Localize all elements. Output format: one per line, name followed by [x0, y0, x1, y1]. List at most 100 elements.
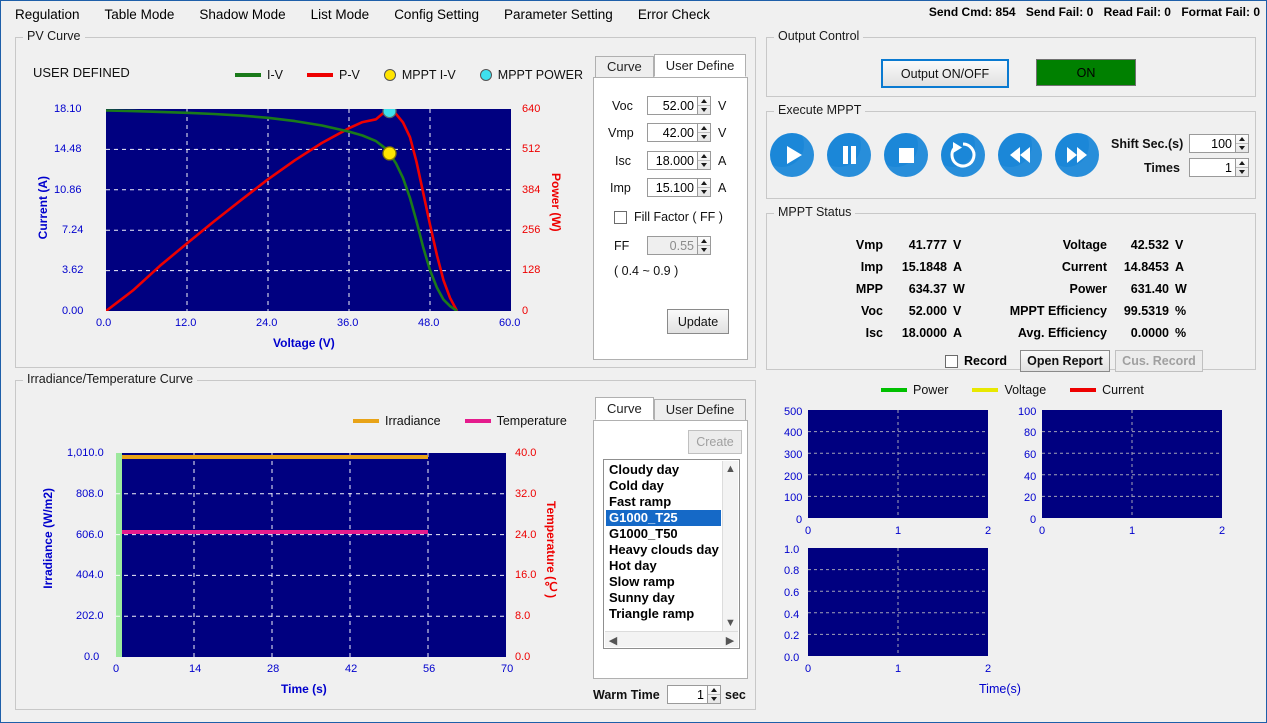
warm-time-input[interactable] — [667, 685, 707, 704]
shift-sec-stepper[interactable] — [1189, 134, 1249, 153]
menu-item-parameter-setting[interactable]: Parameter Setting — [493, 4, 624, 25]
imp-spin-down-icon[interactable] — [698, 188, 710, 196]
irradiance-temperature-svg — [116, 453, 506, 657]
record-checkbox[interactable] — [945, 355, 958, 368]
voc-spin-buttons[interactable] — [697, 96, 711, 115]
vmp-spin-buttons[interactable] — [697, 123, 711, 142]
cus-record-button[interactable]: Cus. Record — [1115, 350, 1203, 372]
imp-spin-up-icon[interactable] — [698, 179, 710, 188]
menu-item-table-mode[interactable]: Table Mode — [94, 4, 186, 25]
scroll-down-icon[interactable]: ▼ — [723, 615, 738, 631]
pv-xtick-0: 0.0 — [96, 317, 112, 329]
list-item[interactable]: Fast ramp — [606, 494, 721, 510]
ff-spin-buttons[interactable] — [697, 236, 711, 255]
menu-item-error-check[interactable]: Error Check — [627, 4, 721, 25]
warm-time-stepper[interactable] — [667, 685, 721, 704]
imp-input[interactable] — [647, 178, 697, 197]
update-button[interactable]: Update — [667, 309, 729, 334]
voc-input[interactable] — [647, 96, 697, 115]
shift-sec-spin-buttons[interactable] — [1235, 134, 1249, 153]
ff-spin-up-icon[interactable] — [698, 237, 710, 246]
list-item[interactable]: Sunny day — [606, 590, 721, 606]
list-item[interactable]: Hot day — [606, 558, 721, 574]
menu-item-regulation[interactable]: Regulation — [4, 4, 91, 25]
power-mini-plot — [808, 410, 988, 518]
warm-spin-up-icon[interactable] — [708, 686, 720, 695]
menu-item-shadow-mode[interactable]: Shadow Mode — [188, 4, 296, 25]
output-control-title: Output Control — [774, 29, 864, 43]
shift-spin-up-icon[interactable] — [1236, 135, 1248, 144]
legend-item-current: Current — [1070, 383, 1144, 397]
menu-item-list-mode[interactable]: List Mode — [300, 4, 381, 25]
list-item[interactable]: Cloudy day — [606, 462, 721, 478]
list-item[interactable]: Cold day — [606, 478, 721, 494]
current-ytick-4: 0.8 — [784, 565, 800, 577]
voc-stepper[interactable] — [647, 96, 711, 115]
list-item[interactable]: G1000_T50 — [606, 526, 721, 542]
menu-item-config-setting[interactable]: Config Setting — [383, 4, 490, 25]
times-input[interactable] — [1189, 158, 1235, 177]
warm-spin-down-icon[interactable] — [708, 695, 720, 703]
vmp-stepper[interactable] — [647, 123, 711, 142]
ff-label: FF — [614, 239, 630, 253]
tab-irr-user-define[interactable]: User Define — [653, 399, 747, 420]
mppt-rewind-button[interactable] — [998, 133, 1042, 177]
pv-ytick-0: 0.00 — [62, 305, 84, 317]
irr-y2tick-4: 32.0 — [515, 488, 537, 500]
voltage-ytick-4: 80 — [1024, 427, 1037, 439]
scroll-right-icon[interactable]: ▶ — [722, 632, 738, 648]
voc-spin-down-icon[interactable] — [698, 106, 710, 114]
mppt-stop-button[interactable] — [884, 133, 928, 177]
scroll-left-icon[interactable]: ◀ — [605, 632, 621, 648]
warm-time-unit: sec — [725, 688, 746, 702]
isc-stepper[interactable] — [647, 151, 711, 170]
status-left-label-0: Vmp — [855, 238, 883, 252]
list-item-selected[interactable]: G1000_T25 — [606, 510, 721, 526]
ff-spin-down-icon[interactable] — [698, 246, 710, 254]
tab-pv-curve[interactable]: Curve — [595, 56, 654, 77]
mppt-loop-button[interactable] — [941, 133, 985, 177]
output-onoff-button[interactable]: Output ON/OFF — [881, 59, 1009, 88]
legend-label-temperature: Temperature — [496, 414, 567, 428]
curve-list[interactable]: Cloudy day Cold day Fast ramp G1000_T25 … — [603, 459, 740, 649]
scroll-up-icon[interactable]: ▲ — [723, 461, 738, 477]
times-spin-buttons[interactable] — [1235, 158, 1249, 177]
ff-stepper[interactable] — [647, 236, 711, 255]
mppt-pause-button[interactable] — [827, 133, 871, 177]
execute-mppt-title: Execute MPPT — [774, 103, 866, 117]
mppt-forward-button[interactable] — [1055, 133, 1099, 177]
isc-spin-buttons[interactable] — [697, 151, 711, 170]
imp-spin-buttons[interactable] — [697, 178, 711, 197]
status-left-label-4: Isc — [865, 326, 883, 340]
isc-spin-up-icon[interactable] — [698, 152, 710, 161]
ff-input[interactable] — [647, 236, 697, 255]
curve-list-vertical-scrollbar[interactable]: ▲ ▼ — [722, 461, 738, 631]
isc-input[interactable] — [647, 151, 697, 170]
times-spin-down-icon[interactable] — [1236, 168, 1248, 176]
vmp-input[interactable] — [647, 123, 697, 142]
open-report-button[interactable]: Open Report — [1020, 350, 1110, 372]
list-item[interactable]: Heavy clouds day — [606, 542, 721, 558]
tab-pv-user-define[interactable]: User Define — [653, 54, 747, 77]
times-spin-up-icon[interactable] — [1236, 159, 1248, 168]
shift-spin-down-icon[interactable] — [1236, 144, 1248, 152]
vmp-spin-up-icon[interactable] — [698, 124, 710, 133]
shift-sec-input[interactable] — [1189, 134, 1235, 153]
vmp-spin-down-icon[interactable] — [698, 133, 710, 141]
irr-yaxis-title: Irradiance (W/m2) — [41, 488, 55, 589]
mppt-play-button[interactable] — [770, 133, 814, 177]
isc-spin-down-icon[interactable] — [698, 161, 710, 169]
fill-factor-row[interactable]: Fill Factor ( FF ) — [614, 210, 723, 224]
create-button[interactable]: Create — [688, 430, 742, 454]
list-item[interactable]: Triangle ramp — [606, 606, 721, 622]
warm-time-spin-buttons[interactable] — [707, 685, 721, 704]
imp-stepper[interactable] — [647, 178, 711, 197]
isc-unit: A — [718, 154, 727, 168]
curve-list-horizontal-scrollbar[interactable]: ◀ ▶ — [605, 631, 738, 647]
tab-irr-curve[interactable]: Curve — [595, 397, 654, 420]
list-item[interactable]: Slow ramp — [606, 574, 721, 590]
times-stepper[interactable] — [1189, 158, 1249, 177]
fill-factor-checkbox[interactable] — [614, 210, 627, 224]
play-icon — [787, 146, 802, 164]
voc-spin-up-icon[interactable] — [698, 97, 710, 106]
